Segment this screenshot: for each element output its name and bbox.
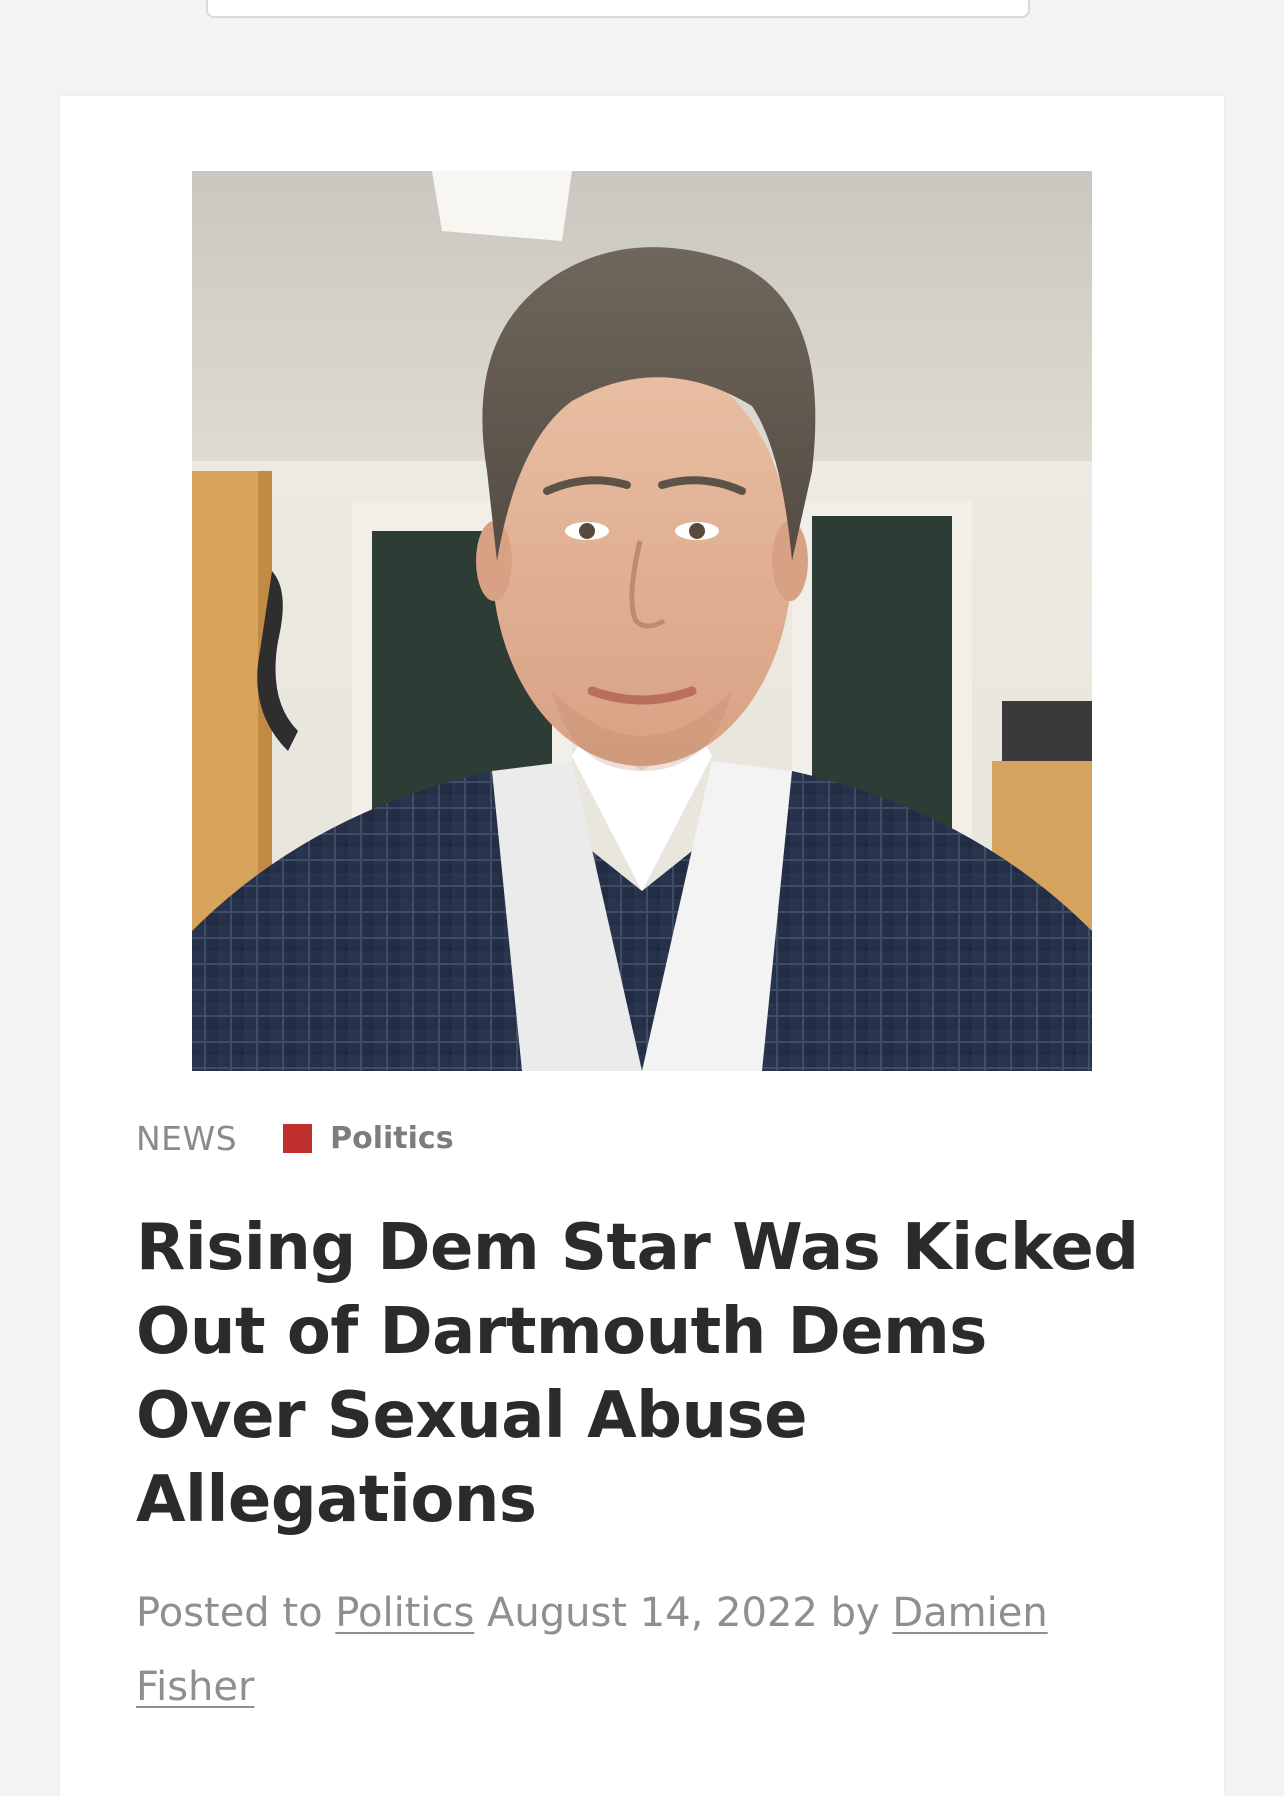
featured-image[interactable] — [192, 171, 1092, 1071]
category-tag[interactable]: Politics — [330, 1121, 453, 1156]
publish-date: August 14, 2022 — [487, 1590, 818, 1636]
byline-prefix: Posted to — [136, 1590, 323, 1636]
article-byline: Posted to Politics August 14, 2022 by Da… — [136, 1576, 1096, 1724]
top-search-box[interactable] — [206, 0, 1030, 18]
portrait-photo — [192, 171, 1092, 1071]
article-meta: NEWS Politics — [136, 1118, 454, 1158]
article-card: NEWS Politics Rising Dem Star Was Kicked… — [60, 96, 1224, 1796]
byline-category-link[interactable]: Politics — [335, 1590, 474, 1636]
section-label[interactable]: NEWS — [136, 1119, 237, 1158]
square-icon — [283, 1123, 313, 1153]
article-title[interactable]: Rising Dem Star Was Kicked Out of Dartmo… — [136, 1206, 1176, 1542]
byline-by: by — [830, 1590, 880, 1636]
